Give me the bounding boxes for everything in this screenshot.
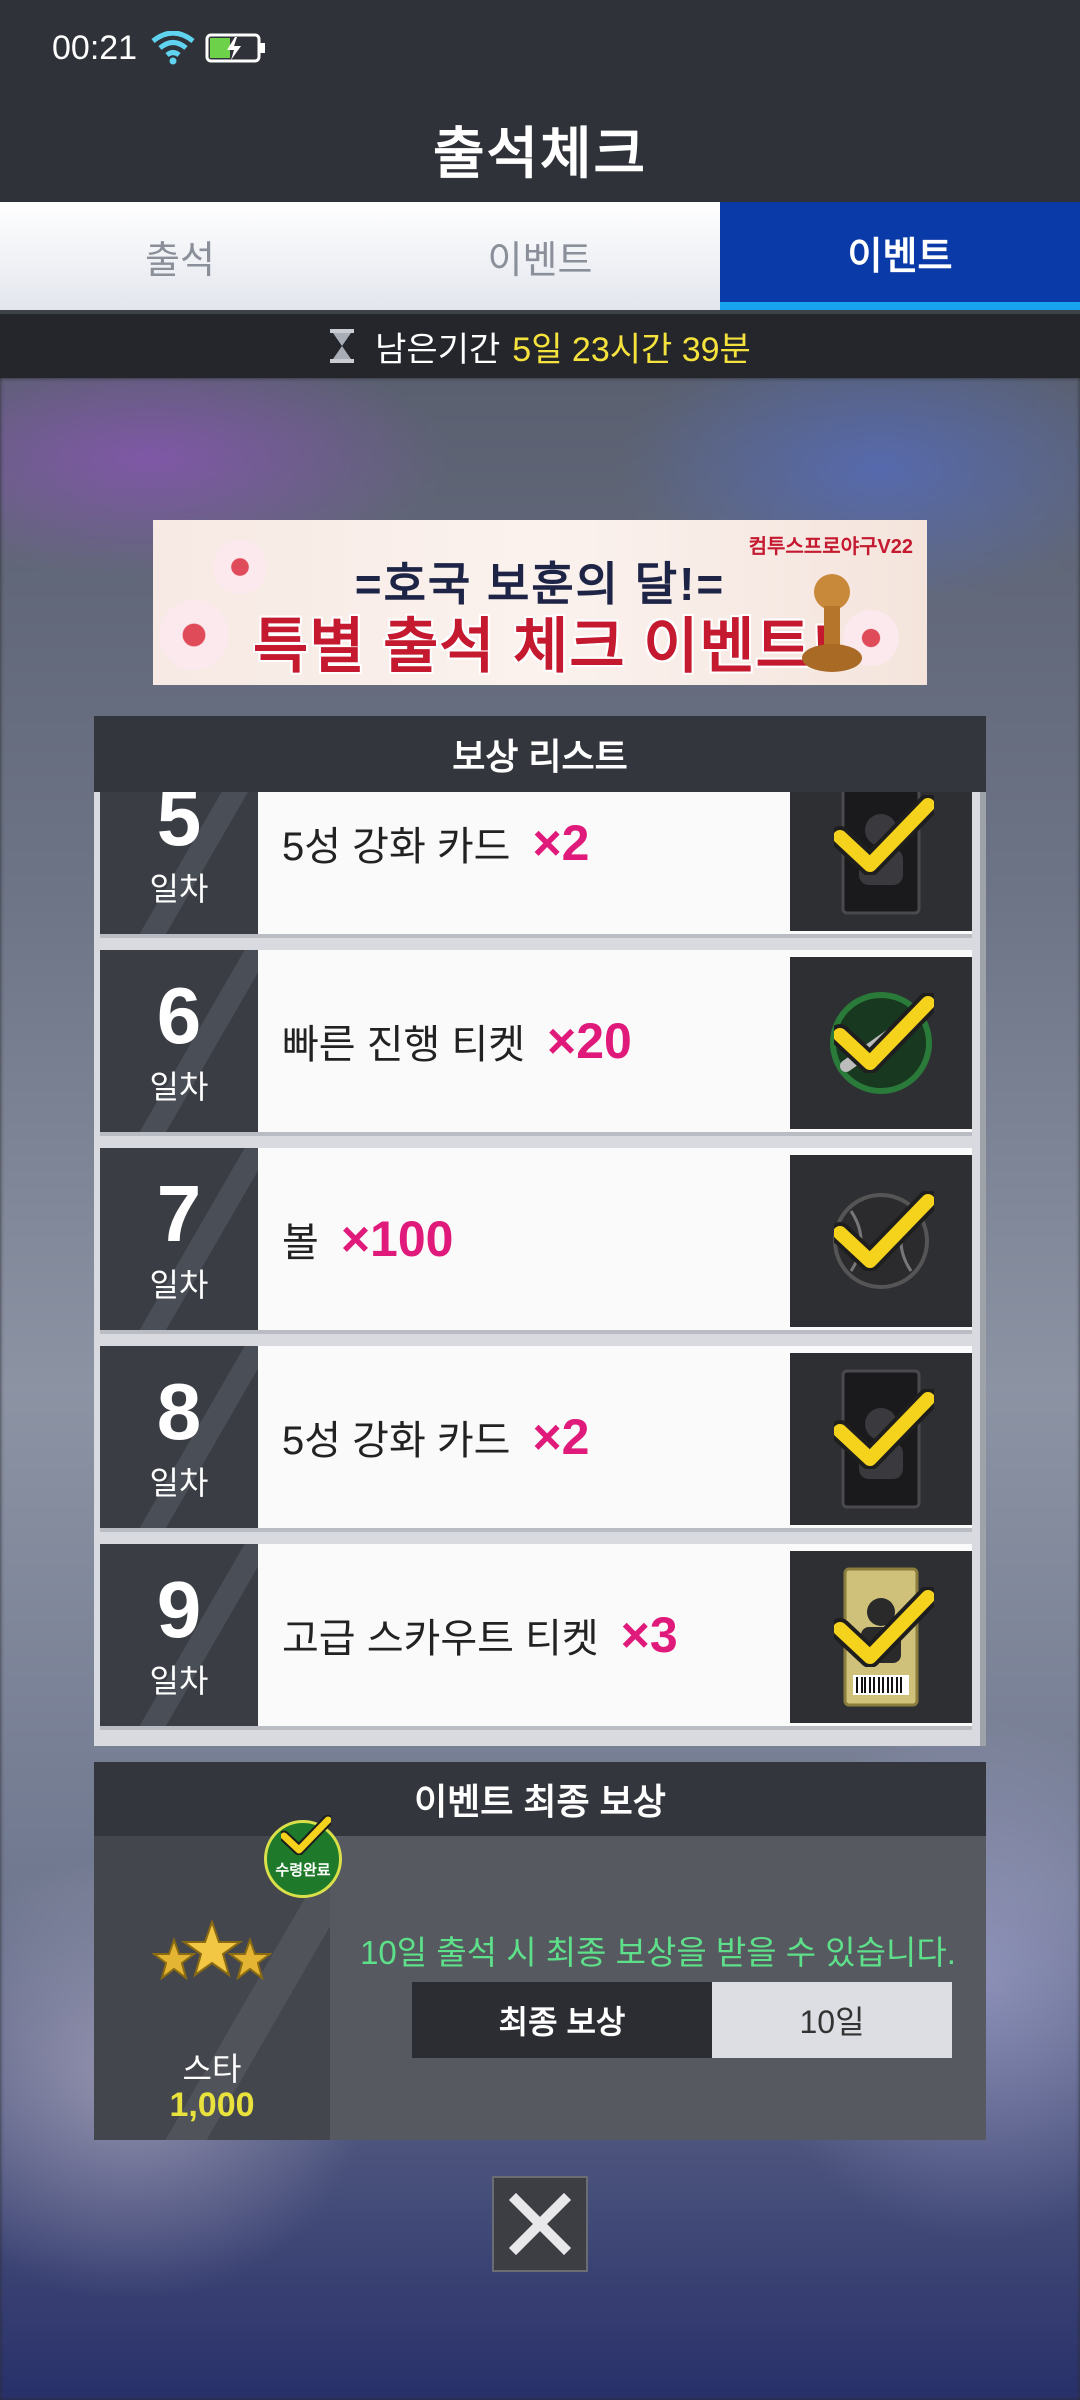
day-box: 5 일차 (100, 792, 258, 934)
day-box: 8 일차 (100, 1346, 258, 1528)
reward-qty: ×100 (340, 1211, 454, 1267)
final-reward-title: 이벤트 최종 보상 (94, 1762, 986, 1836)
reward-icon-box (790, 792, 972, 931)
reward-text: 5성 강화 카드 ×2 (258, 792, 790, 934)
page-title: 출석체크 (432, 121, 648, 185)
reward-icon-box (790, 1353, 972, 1525)
stamp-icon (802, 574, 862, 672)
final-reward-panel: 이벤트 최종 보상 스타 1,000 수령완료 10일 출석 시 최종 보상을 … (94, 1762, 986, 2140)
reward-text: 빠른 진행 티켓 ×20 (258, 950, 790, 1132)
reward-list-title: 보상 리스트 (94, 716, 986, 792)
wifi-icon (151, 31, 195, 65)
status-time: 00:21 (52, 28, 138, 67)
reward-qty: ×2 (532, 815, 590, 871)
banner-brand: 컴투스프로야구V22 (748, 536, 913, 558)
tab-event-1[interactable]: 이벤트 (360, 202, 720, 310)
remaining-value: 5일 23시간 39분 (512, 330, 751, 369)
day-box: 6 일차 (100, 950, 258, 1132)
final-item-name: 스타 (182, 2051, 242, 2087)
reward-qty: ×2 (532, 1409, 590, 1465)
reward-name: 고급 스카우트 티켓 (282, 1617, 599, 1661)
remaining-time-bar: 남은기간 5일 23시간 39분 (0, 310, 1080, 378)
reward-row: 9 일차 고급 스카우트 티켓 ×3 (100, 1544, 972, 1730)
day-number: 6 (156, 971, 202, 1060)
day-number: 8 (156, 1367, 202, 1456)
check-icon (834, 1191, 934, 1271)
hourglass-icon (330, 329, 355, 363)
tab-bar: 출석 이벤트 이벤트 (0, 202, 1080, 310)
reward-text: 고급 스카우트 티켓 ×3 (258, 1544, 790, 1726)
day-unit: 일차 (149, 1069, 209, 1105)
check-icon (834, 993, 934, 1073)
reward-list-scrollbar[interactable] (980, 792, 986, 1746)
received-badge-label: 수령완료 (275, 1861, 331, 1879)
final-table-label: 최종 보상 (412, 1982, 712, 2058)
close-icon (508, 2192, 572, 2256)
day-unit: 일차 (149, 1267, 209, 1303)
reward-name: 빠른 진행 티켓 (282, 1023, 526, 1067)
close-button[interactable] (492, 2176, 588, 2272)
reward-name: 볼 (282, 1221, 319, 1265)
reward-name: 5성 강화 카드 (282, 1419, 511, 1463)
day-number: 9 (156, 1565, 202, 1654)
reward-row: 6 일차 빠른 진행 티켓 ×20 (100, 950, 972, 1136)
status-bar: 00:21 (0, 0, 1080, 96)
reward-list-panel: 보상 리스트 5 일차 5성 강화 카드 ×2 6 일차 빠른 진행 티켓 ×2… (94, 716, 986, 1746)
received-badge: 수령완료 (264, 1815, 342, 1898)
reward-icon-box (790, 1551, 972, 1723)
day-number: 5 (156, 792, 202, 862)
final-table-value: 10일 (712, 1982, 952, 2058)
banner-line2: 특별 출석 체크 이벤트! (253, 613, 833, 680)
battery-charging-icon (205, 33, 266, 63)
day-box: 7 일차 (100, 1148, 258, 1330)
final-reward-description: 10일 출석 시 최종 보상을 받을 수 있습니다. (360, 1934, 956, 1971)
final-item-qty: 1,000 (169, 2086, 255, 2124)
tab-attendance[interactable]: 출석 (0, 202, 360, 310)
day-unit: 일차 (149, 871, 209, 907)
reward-icon-box (790, 957, 972, 1129)
reward-icon-box (790, 1155, 972, 1327)
reward-row: 7 일차 볼 ×100 (100, 1148, 972, 1334)
day-number: 7 (156, 1169, 202, 1258)
stars-icon (152, 1918, 272, 1981)
header: 출석체크 (0, 96, 1080, 202)
check-icon (834, 1587, 934, 1667)
reward-row: 8 일차 5성 강화 카드 ×2 (100, 1346, 972, 1532)
event-banner: =호국 보훈의 달!= 특별 출석 체크 이벤트! 컴투스프로야구V22 (153, 520, 927, 685)
reward-text: 5성 강화 카드 ×2 (258, 1346, 790, 1528)
reward-text: 볼 ×100 (258, 1148, 790, 1330)
tab-event-2[interactable]: 이벤트 (720, 202, 1080, 310)
reward-list[interactable]: 5 일차 5성 강화 카드 ×2 6 일차 빠른 진행 티켓 ×20 7 일차 … (94, 792, 986, 1746)
day-unit: 일차 (149, 1465, 209, 1501)
check-icon (834, 795, 934, 875)
day-unit: 일차 (149, 1663, 209, 1699)
final-reward-table: 최종 보상 10일 (412, 1982, 952, 2058)
remaining-label: 남은기간 (375, 330, 501, 369)
reward-qty: ×20 (547, 1013, 632, 1069)
reward-qty: ×3 (620, 1607, 678, 1663)
check-icon (281, 1815, 331, 1855)
reward-row: 5 일차 5성 강화 카드 ×2 (100, 792, 972, 938)
reward-name: 5성 강화 카드 (282, 825, 511, 869)
check-icon (834, 1389, 934, 1469)
day-box: 9 일차 (100, 1544, 258, 1726)
